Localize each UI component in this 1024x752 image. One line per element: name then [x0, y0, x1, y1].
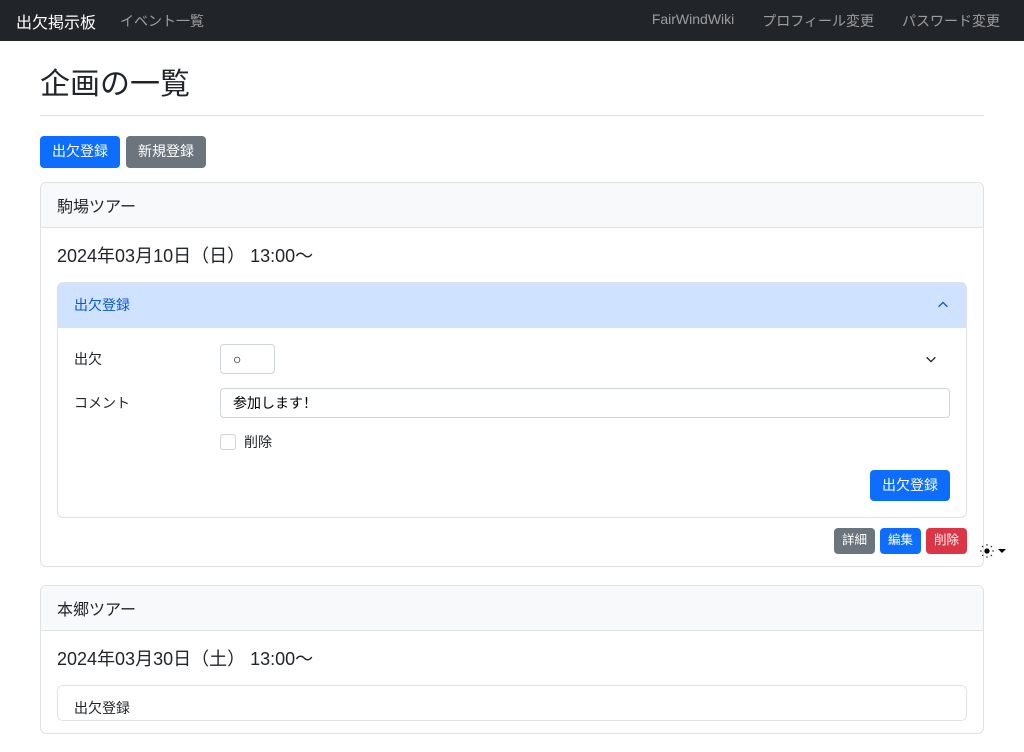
comment-input[interactable] [220, 388, 950, 418]
action-row: 詳細 編集 削除 [57, 528, 967, 554]
attendance-register-button[interactable]: 出欠登録 [40, 136, 120, 168]
nav-link-events[interactable]: イベント一覧 [112, 11, 212, 31]
attendance-submit-button[interactable]: 出欠登録 [870, 470, 950, 502]
event-card: 駒場ツアー 2024年03月10日（日） 13:00〜 出欠登録 出欠 ○ [40, 182, 984, 567]
delete-checkbox[interactable] [220, 434, 236, 450]
event-datetime: 2024年03月10日（日） 13:00〜 [57, 242, 967, 268]
comment-label: コメント [74, 393, 220, 413]
navbar: 出欠掲示板 イベント一覧 FairWindWiki プロフィール変更 パスワード… [0, 0, 1024, 41]
page-title: 企画の一覧 [40, 59, 984, 103]
caret-down-icon [998, 549, 1006, 553]
chevron-down-icon [924, 352, 938, 366]
attendance-select[interactable]: ○ [220, 344, 275, 374]
new-register-button[interactable]: 新規登録 [126, 136, 206, 168]
event-datetime: 2024年03月30日（土） 13:00〜 [57, 645, 967, 671]
accordion-header[interactable]: 出欠登録 [58, 686, 966, 720]
chevron-up-icon [936, 298, 950, 312]
event-card-header: 駒場ツアー [41, 183, 983, 228]
sun-icon [980, 544, 994, 558]
attendance-label: 出欠 [74, 349, 220, 369]
attendance-accordion: 出欠登録 出欠 ○ [57, 282, 967, 519]
event-card-header: 本郷ツアー [41, 586, 983, 631]
nav-link-profile[interactable]: プロフィール変更 [754, 11, 882, 31]
event-card: 本郷ツアー 2024年03月30日（土） 13:00〜 出欠登録 [40, 585, 984, 734]
accordion-header[interactable]: 出欠登録 [58, 283, 966, 327]
theme-toggle[interactable] [980, 544, 1006, 558]
attendance-accordion: 出欠登録 [57, 685, 967, 721]
nav-link-wiki[interactable]: FairWindWiki [644, 11, 742, 31]
title-divider [40, 115, 984, 116]
nav-link-password[interactable]: パスワード変更 [894, 11, 1008, 31]
edit-button[interactable]: 編集 [880, 528, 921, 554]
delete-button[interactable]: 削除 [926, 528, 967, 554]
accordion-body: 出欠 ○ コメント [58, 327, 966, 518]
top-button-row: 出欠登録 新規登録 [40, 136, 984, 168]
navbar-brand[interactable]: 出欠掲示板 [16, 9, 96, 33]
accordion-label: 出欠登録 [74, 295, 130, 315]
delete-checkbox-label: 削除 [244, 432, 272, 452]
detail-button[interactable]: 詳細 [834, 528, 875, 554]
accordion-label: 出欠登録 [74, 698, 130, 718]
